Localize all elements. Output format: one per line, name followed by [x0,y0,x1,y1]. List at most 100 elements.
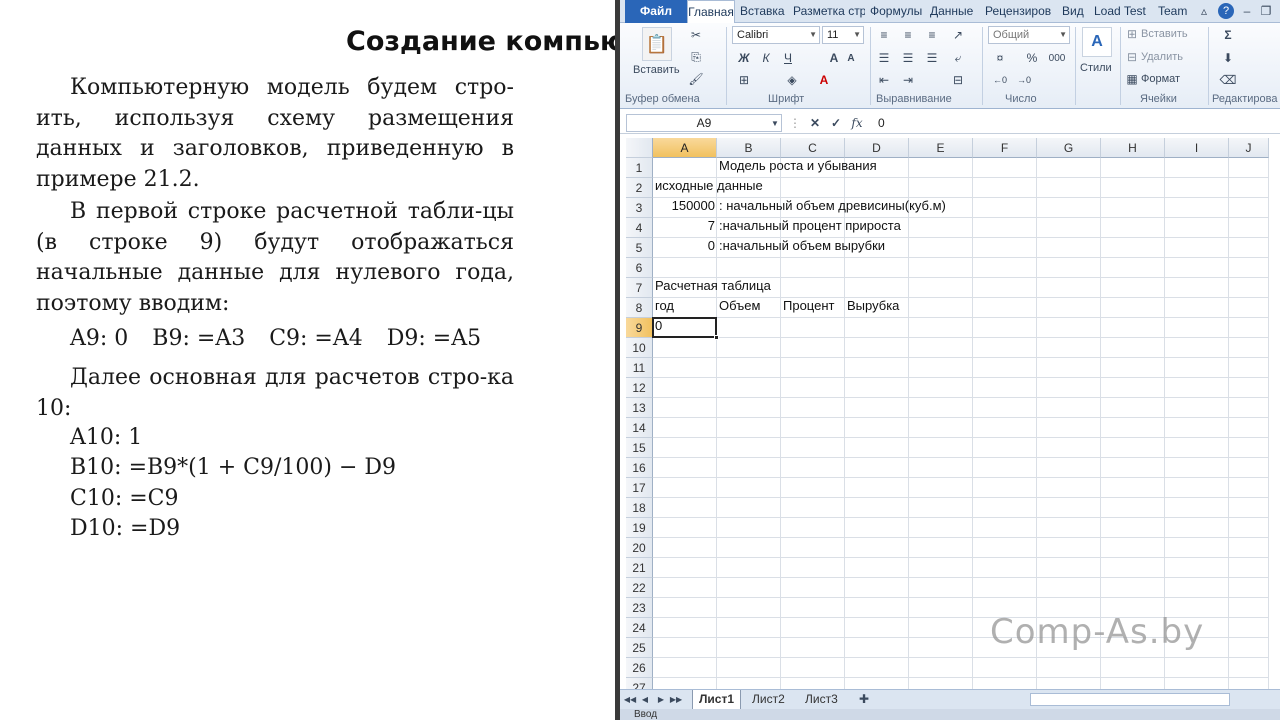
prev-sheet-icon[interactable]: ◀ [640,692,650,706]
fill-color-icon[interactable]: ◈ [784,72,800,88]
cut-icon[interactable]: ✂ [688,27,704,43]
grow-font-icon[interactable]: A [826,50,842,66]
row-header-15[interactable]: 15 [626,438,653,458]
row-header-10[interactable]: 10 [626,338,653,358]
fill-icon[interactable]: ⬇ [1220,50,1236,66]
italic-button[interactable]: К [758,50,774,66]
tab-view[interactable]: Вид [1062,0,1088,23]
cell-a8[interactable]: год [653,298,676,318]
last-sheet-icon[interactable]: ▶▶ [670,692,682,706]
formula-input[interactable]: 0 [878,114,885,132]
merge-cells-icon[interactable]: ⊟ [950,72,966,88]
cell-a7[interactable]: Расчетная таблица [653,278,773,298]
wrap-text-icon[interactable]: ⤶ [950,50,966,66]
increase-decimal-icon[interactable]: ←0 [992,72,1008,88]
row-header-4[interactable]: 4 [626,218,653,238]
column-header-j[interactable]: J [1229,138,1269,158]
help-icon[interactable]: ? [1218,3,1234,19]
row-header-22[interactable]: 22 [626,578,653,598]
tab-file[interactable]: Файл [625,0,687,23]
column-header-i[interactable]: I [1165,138,1229,158]
cell-a4[interactable]: 7 [653,218,717,238]
select-all-corner[interactable] [626,138,653,158]
styles-icon[interactable]: A [1082,27,1112,57]
row-header-17[interactable]: 17 [626,478,653,498]
orientation-icon[interactable]: ↗ [950,27,966,43]
row-header-2[interactable]: 2 [626,178,653,198]
row-header-26[interactable]: 26 [626,658,653,678]
format-cells-button[interactable]: Формат [1141,73,1180,85]
column-header-d[interactable]: D [845,138,909,158]
currency-icon[interactable]: ¤ [992,50,1008,66]
column-header-f[interactable]: F [973,138,1037,158]
cell-c8[interactable]: Процент [781,298,836,318]
row-header-1[interactable]: 1 [626,158,653,178]
first-sheet-icon[interactable]: ◀◀ [624,692,636,706]
cell-a3[interactable]: 150000 [653,198,717,218]
shrink-font-icon[interactable]: A [844,50,858,66]
tab-insert[interactable]: Вставка [740,0,790,23]
paste-icon[interactable]: 📋 [642,27,672,61]
restore-icon[interactable]: ❐ [1259,3,1273,19]
row-header-18[interactable]: 18 [626,498,653,518]
decrease-decimal-icon[interactable]: →0 [1016,72,1032,88]
delete-cells-button[interactable]: Удалить [1141,51,1183,63]
number-format-select[interactable]: Общий ▼ [988,26,1070,44]
insert-cells-button[interactable]: Вставить [1141,28,1188,40]
row-header-23[interactable]: 23 [626,598,653,618]
borders-icon[interactable]: ⊞ [736,72,752,88]
delete-cells-icon[interactable]: ⊟ [1125,50,1139,64]
sheet-tab-1[interactable]: Лист1 [692,690,742,709]
row-header-5[interactable]: 5 [626,238,653,258]
cell-b8[interactable]: Объем [717,298,762,318]
tab-review[interactable]: Рецензиров [985,0,1057,23]
cell-b4[interactable]: :начальный процент прироста [717,218,903,238]
cell-b5[interactable]: :начальный объем вырубки [717,238,887,258]
row-header-14[interactable]: 14 [626,418,653,438]
row-header-9[interactable]: 9 [626,318,653,338]
format-painter-icon[interactable]: 🖌 [688,71,704,87]
bold-button[interactable]: Ж [736,50,752,66]
thousands-icon[interactable]: 000 [1046,50,1068,66]
tab-data[interactable]: Данные [930,0,980,23]
tab-home[interactable]: Главная [687,0,735,24]
tab-formulas[interactable]: Формулы [870,0,926,23]
cell-a5[interactable]: 0 [653,238,717,258]
cell-a2[interactable]: исходные данные [653,178,765,198]
styles-button-label[interactable]: Стили [1080,62,1112,74]
tab-page-layout[interactable]: Разметка стр [793,0,865,23]
column-header-c[interactable]: C [781,138,845,158]
cell-d8[interactable]: Вырубка [845,298,901,318]
paste-button-label[interactable]: Вставить [633,64,680,76]
row-header-13[interactable]: 13 [626,398,653,418]
cell-b1[interactable]: Модель роста и убывания [717,158,879,178]
enter-icon[interactable]: ✓ [828,115,844,131]
insert-cells-icon[interactable]: ⊞ [1125,27,1139,41]
font-name-select[interactable]: Calibri ▼ [732,26,820,44]
column-header-a[interactable]: A [653,138,717,158]
row-header-3[interactable]: 3 [626,198,653,218]
row-header-8[interactable]: 8 [626,298,653,318]
align-right-icon[interactable]: ☰ [924,50,940,66]
column-header-e[interactable]: E [909,138,973,158]
column-header-g[interactable]: G [1037,138,1101,158]
minimize-icon[interactable]: – [1240,3,1254,19]
sheet-tab-2[interactable]: Лист2 [746,690,791,709]
horizontal-scrollbar[interactable] [1030,693,1230,706]
row-header-19[interactable]: 19 [626,518,653,538]
underline-button[interactable]: Ч [780,50,796,66]
minimize-ribbon-icon[interactable]: ▵ [1197,4,1211,18]
tab-load-test[interactable]: Load Test [1094,0,1150,23]
row-header-12[interactable]: 12 [626,378,653,398]
align-center-icon[interactable]: ☰ [900,50,916,66]
clear-icon[interactable]: ⌫ [1220,72,1237,88]
name-box-dropdown-icon[interactable]: ▼ [770,116,780,130]
column-header-b[interactable]: B [717,138,781,158]
font-size-select[interactable]: 11 ▼ [822,26,864,44]
row-header-21[interactable]: 21 [626,558,653,578]
row-header-7[interactable]: 7 [626,278,653,298]
column-header-h[interactable]: H [1101,138,1165,158]
name-box[interactable]: A9 [626,114,782,132]
row-header-6[interactable]: 6 [626,258,653,278]
fill-handle[interactable] [714,335,719,340]
